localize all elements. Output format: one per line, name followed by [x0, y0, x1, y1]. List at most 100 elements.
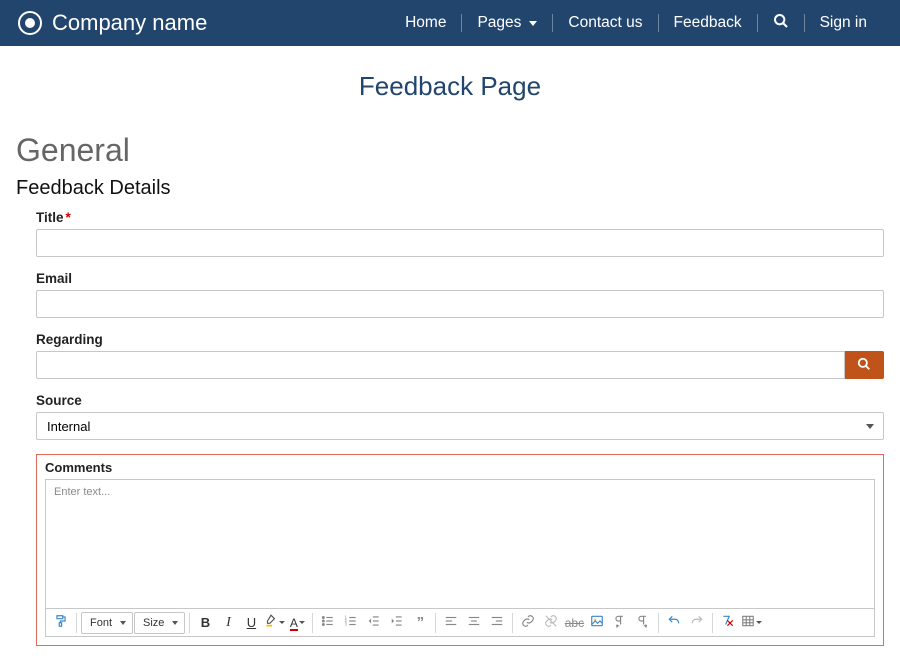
- table-button[interactable]: [740, 612, 762, 634]
- align-right-button[interactable]: [486, 612, 508, 634]
- rtl-button[interactable]: [632, 612, 654, 634]
- outdent-button[interactable]: [363, 612, 385, 634]
- strikethrough-button[interactable]: abc: [563, 612, 585, 634]
- nav-signin[interactable]: Sign in: [805, 14, 882, 32]
- comments-textarea[interactable]: Enter text...: [46, 480, 874, 608]
- redo-button[interactable]: [686, 612, 708, 634]
- highlight-button[interactable]: [263, 612, 285, 634]
- search-icon: [773, 13, 789, 34]
- source-select-wrap: Internal: [36, 412, 884, 440]
- indent-button[interactable]: [386, 612, 408, 634]
- numbered-list-button[interactable]: 123: [340, 612, 362, 634]
- page-title: Feedback Page: [0, 71, 900, 102]
- email-label: Email: [36, 271, 884, 286]
- link-icon: [521, 614, 535, 631]
- nav-search[interactable]: [758, 13, 804, 34]
- eraser-icon: [721, 614, 735, 631]
- brand-logo-icon: [18, 11, 42, 35]
- list-ol-icon: 123: [344, 614, 358, 631]
- comments-label: Comments: [45, 460, 875, 475]
- italic-button[interactable]: I: [217, 612, 239, 634]
- field-email: Email: [16, 271, 884, 318]
- highlight-icon: [264, 614, 278, 631]
- heading-details: Feedback Details: [16, 177, 884, 200]
- required-indicator: *: [66, 210, 71, 225]
- title-input[interactable]: [36, 229, 884, 257]
- rtl-icon: [636, 614, 650, 631]
- align-center-button[interactable]: [463, 612, 485, 634]
- strikethrough-icon: abc: [565, 616, 584, 630]
- chevron-down-icon: [299, 621, 305, 624]
- regarding-lookup-button[interactable]: [845, 351, 884, 379]
- list-ul-icon: [321, 614, 335, 631]
- title-label: Title*: [36, 210, 884, 225]
- chevron-down-icon: [120, 621, 126, 625]
- search-icon: [857, 357, 871, 374]
- link-button[interactable]: [517, 612, 539, 634]
- ltr-button[interactable]: [609, 612, 631, 634]
- underline-button[interactable]: U: [240, 612, 262, 634]
- format-painter-button[interactable]: [50, 612, 72, 634]
- indent-icon: [390, 614, 404, 631]
- brand[interactable]: Company name: [18, 10, 207, 36]
- brand-name: Company name: [52, 10, 207, 36]
- bulleted-list-button[interactable]: [317, 612, 339, 634]
- field-comments: Comments Enter text... Font Size: [36, 454, 884, 646]
- navbar: Company name Home Pages Contact us Feedb…: [0, 0, 900, 46]
- toolbar-separator: [312, 613, 313, 633]
- title-label-text: Title: [36, 210, 64, 225]
- outdent-icon: [367, 614, 381, 631]
- font-dropdown[interactable]: Font: [81, 612, 133, 634]
- align-right-icon: [490, 614, 504, 631]
- nav-feedback[interactable]: Feedback: [659, 14, 757, 32]
- toolbar-separator: [76, 613, 77, 633]
- chevron-down-icon: [172, 621, 178, 625]
- align-left-button[interactable]: [440, 612, 462, 634]
- toolbar-separator: [435, 613, 436, 633]
- regarding-input[interactable]: [36, 351, 845, 379]
- email-input[interactable]: [36, 290, 884, 318]
- blockquote-button[interactable]: ”: [409, 612, 431, 634]
- content: General Feedback Details Title* Email Re…: [0, 132, 900, 662]
- nav-pages[interactable]: Pages: [462, 14, 552, 32]
- toolbar-separator: [189, 613, 190, 633]
- size-dropdown[interactable]: Size: [134, 612, 185, 634]
- paint-roller-icon: [54, 614, 68, 631]
- font-label: Font: [90, 617, 112, 629]
- chevron-down-icon: [529, 21, 537, 26]
- nav-home[interactable]: Home: [390, 14, 461, 32]
- field-source: Source Internal: [16, 393, 884, 440]
- field-title: Title*: [16, 210, 884, 257]
- heading-general: General: [16, 132, 884, 169]
- chevron-down-icon: [279, 621, 285, 624]
- quote-icon: ”: [417, 614, 425, 631]
- nav-contact[interactable]: Contact us: [553, 14, 657, 32]
- bold-button[interactable]: B: [194, 612, 216, 634]
- undo-icon: [667, 614, 681, 631]
- image-button[interactable]: [586, 612, 608, 634]
- unlink-button[interactable]: [540, 612, 562, 634]
- regarding-label: Regarding: [36, 332, 884, 347]
- rich-text-editor: Enter text... Font Size B I: [45, 479, 875, 637]
- redo-icon: [690, 614, 704, 631]
- svg-text:3: 3: [345, 622, 348, 627]
- editor-toolbar: Font Size B I U A: [46, 608, 874, 636]
- toolbar-separator: [658, 613, 659, 633]
- table-icon: [741, 614, 755, 631]
- size-label: Size: [143, 617, 164, 629]
- chevron-down-icon: [756, 621, 762, 624]
- image-icon: [590, 614, 604, 631]
- align-center-icon: [467, 614, 481, 631]
- ltr-icon: [613, 614, 627, 631]
- align-left-icon: [444, 614, 458, 631]
- source-label: Source: [36, 393, 884, 408]
- undo-button[interactable]: [663, 612, 685, 634]
- unlink-icon: [544, 614, 558, 631]
- toolbar-separator: [512, 613, 513, 633]
- nav-pages-label: Pages: [477, 14, 521, 32]
- font-color-icon: A: [290, 616, 298, 630]
- font-color-button[interactable]: A: [286, 612, 308, 634]
- source-select[interactable]: Internal: [36, 412, 884, 440]
- clear-format-button[interactable]: [717, 612, 739, 634]
- nav-right: Home Pages Contact us Feedback Sign in: [390, 13, 882, 34]
